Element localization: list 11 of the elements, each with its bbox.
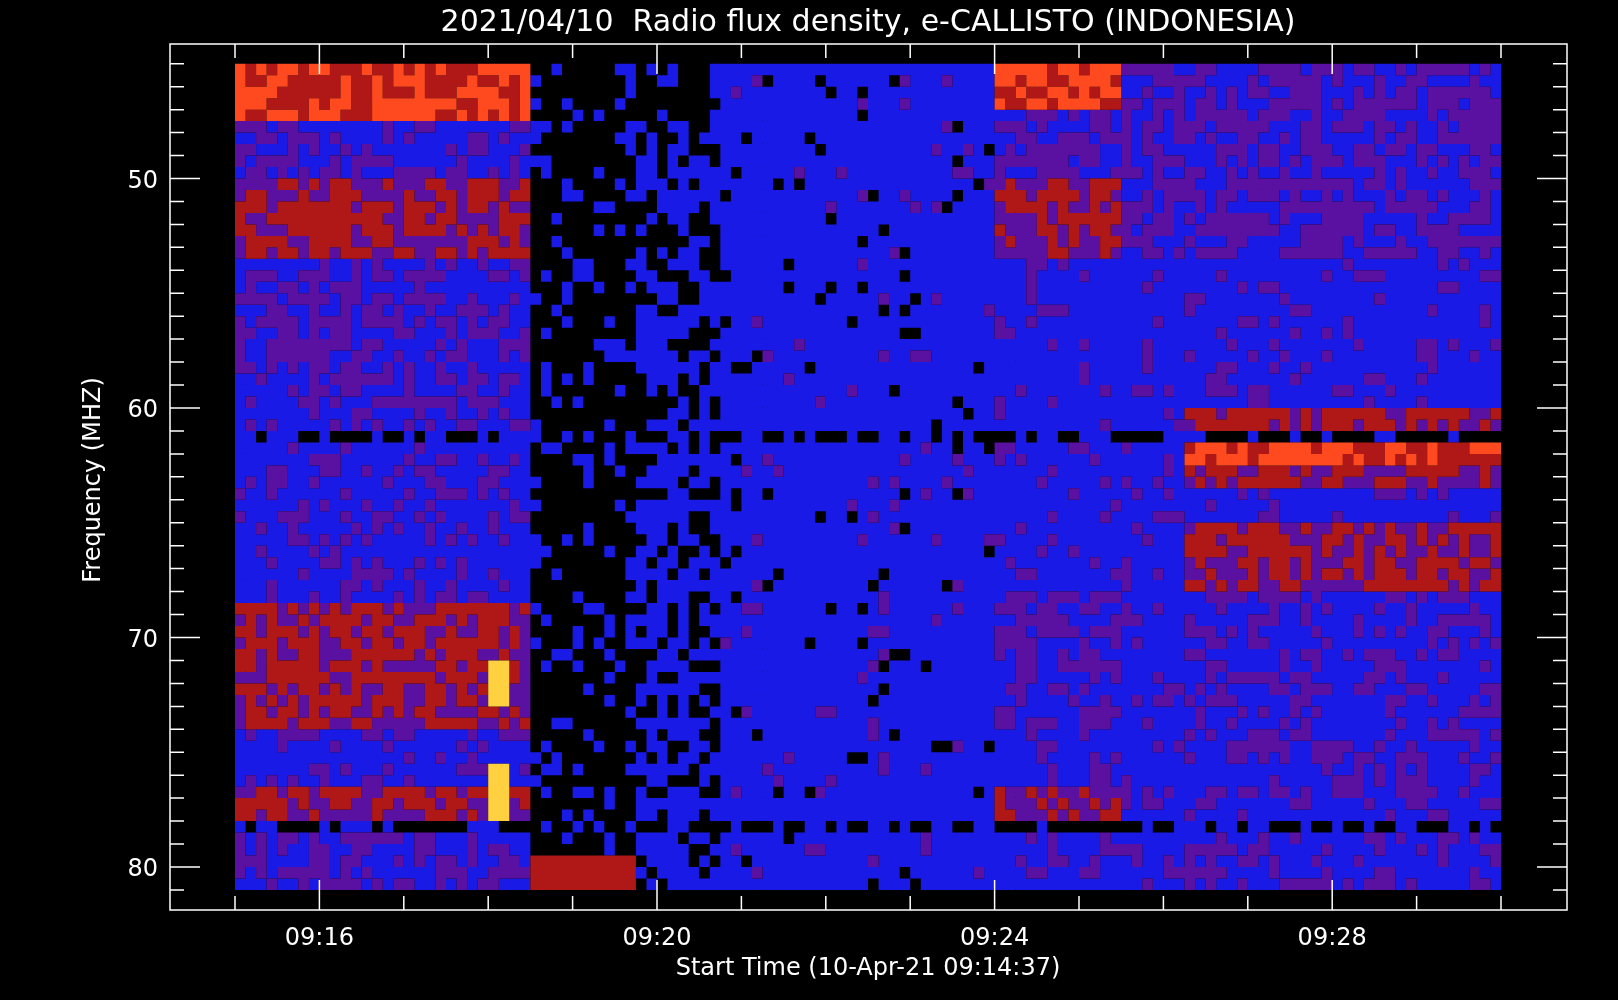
tick-label: 50 [127, 165, 158, 194]
tick-label: 60 [127, 395, 158, 423]
plot-title: 2021/04/10 Radio flux density, e-CALLISTO (INDONESIA) [440, 3, 1296, 38]
tick-label: 09:24 [960, 923, 1030, 951]
tick-label: 09:28 [1297, 923, 1367, 951]
tick-label: 80 [127, 854, 158, 882]
tick-label: 09:16 [284, 923, 354, 951]
axis-label: Start Time (10-Apr-21 09:14:37) [675, 953, 1061, 981]
axis-label: Frequency (MHZ) [78, 377, 106, 583]
tick-label: 70 [127, 624, 158, 653]
tick-label: 09:20 [622, 923, 692, 951]
